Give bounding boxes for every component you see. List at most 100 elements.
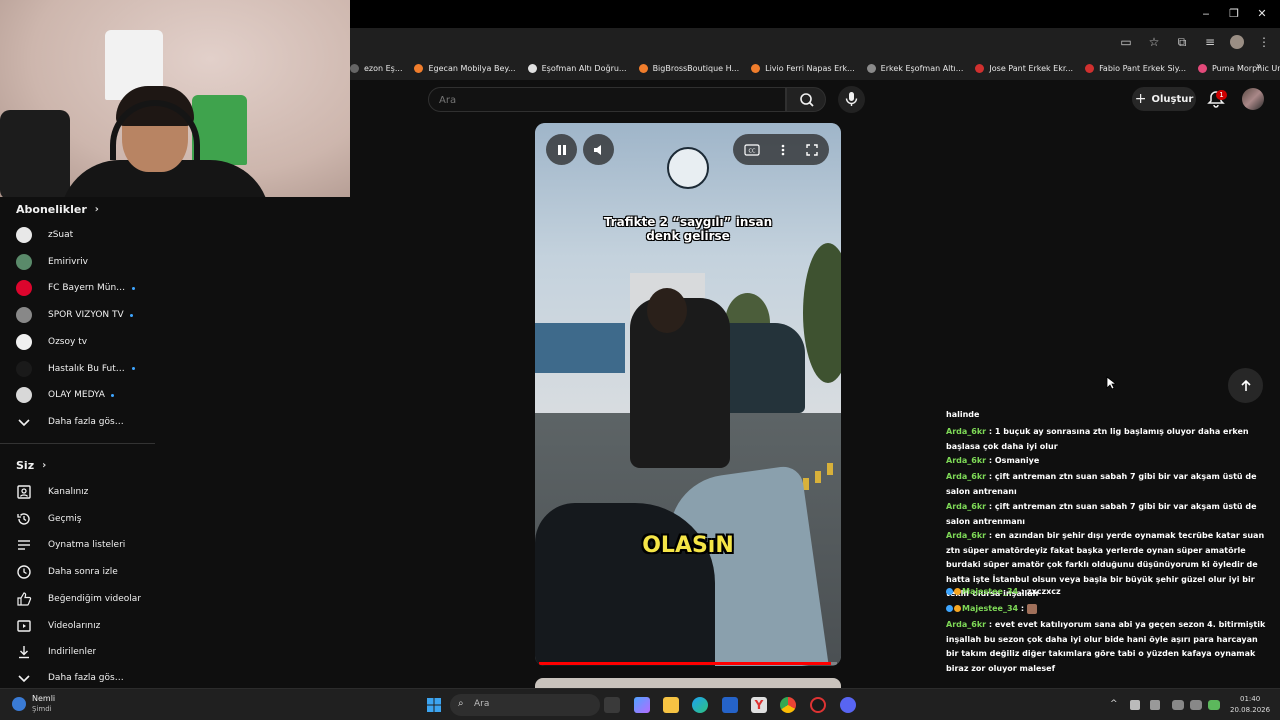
extensions-icon[interactable]: ⧉ <box>1174 34 1190 50</box>
subscriptions-header[interactable]: Abonelikler › <box>16 203 99 216</box>
clock-time[interactable]: 01:40 <box>1240 695 1260 703</box>
bookmark-item[interactable]: ezon Eş... <box>350 63 402 73</box>
close-button[interactable]: ✕ <box>1252 6 1272 22</box>
minimize-button[interactable]: ‒ <box>1196 6 1216 22</box>
you-item[interactable]: Kanalınız <box>0 479 155 505</box>
chevron-down-icon <box>18 675 30 683</box>
reading-list-icon[interactable]: ≡ <box>1202 34 1218 50</box>
channel-avatar <box>16 333 32 350</box>
weather-icon[interactable] <box>12 697 26 711</box>
file-explorer-icon[interactable] <box>663 697 679 713</box>
bookmark-favicon-icon <box>975 63 985 73</box>
bookmark-favicon-icon <box>1198 63 1207 73</box>
previous-video-button[interactable] <box>1228 368 1263 403</box>
gift-badge-icon <box>954 588 961 595</box>
profile-avatar-icon[interactable] <box>1230 35 1244 49</box>
chat-username[interactable]: Majestee_34 <box>962 604 1018 613</box>
tray-headset-icon[interactable] <box>1150 700 1160 710</box>
bookmark-item[interactable]: BigBrossBoutique H... <box>638 63 739 73</box>
pause-button[interactable] <box>546 134 577 165</box>
chat-username[interactable]: Arda_6kr <box>946 472 986 481</box>
subscription-item[interactable]: OLAY MEDYA <box>0 382 155 408</box>
you-header[interactable]: Siz › <box>16 459 46 472</box>
user-avatar[interactable] <box>1242 88 1264 110</box>
edge-icon[interactable] <box>692 697 708 713</box>
maximize-button[interactable]: ❐ <box>1224 6 1244 22</box>
subscription-item[interactable]: Özsoy tv <box>0 329 155 355</box>
more-options-icon[interactable] <box>781 144 785 156</box>
cast-icon[interactable]: ▭ <box>1118 34 1134 50</box>
chat-username[interactable]: Arda_6kr <box>946 427 986 436</box>
chat-username[interactable]: Majestee_34 <box>962 587 1018 596</box>
battery-icon[interactable] <box>1208 700 1220 710</box>
sidebar-divider <box>0 443 155 444</box>
yandex-icon[interactable]: Y <box>751 697 767 713</box>
you-item[interactable]: İndirilenler <box>0 639 155 665</box>
discord-icon[interactable] <box>840 697 856 713</box>
webcam-overlay <box>0 0 350 197</box>
microphone-icon <box>845 92 858 106</box>
new-content-dot <box>129 313 133 317</box>
you-item[interactable]: Videolarınız <box>0 613 155 639</box>
search-input[interactable] <box>439 93 769 107</box>
fullscreen-icon[interactable] <box>806 143 819 156</box>
task-view-icon[interactable] <box>604 697 620 713</box>
store-icon[interactable] <box>722 697 738 713</box>
bookmark-item[interactable]: Fabio Pant Erkek Siy... <box>1085 63 1186 73</box>
tray-overflow-icon[interactable]: ^ <box>1110 699 1118 709</box>
video-caption-top: Trafikte 2 “saygılı” insan denk gelirse <box>535 215 841 243</box>
chrome-icon[interactable] <box>780 697 796 713</box>
voice-search-button[interactable] <box>838 86 865 113</box>
search-box[interactable] <box>428 87 786 112</box>
bookmark-star-icon[interactable]: ☆ <box>1146 34 1162 50</box>
wifi-icon[interactable] <box>1172 700 1184 710</box>
bookmark-label: Egecan Mobilya Bey... <box>428 63 516 73</box>
obs-icon[interactable] <box>810 697 826 713</box>
taskbar-search[interactable]: ⌕ Ara <box>450 694 600 716</box>
chat-username[interactable]: Arda_6kr <box>946 502 986 511</box>
volume-tray-icon[interactable] <box>1190 700 1202 710</box>
chat-message: Arda_6kr : çift antreman ztn suan sabah … <box>946 472 1257 496</box>
subscription-item[interactable]: FC Bayern Münc... <box>0 275 155 301</box>
you-item[interactable]: Geçmiş <box>0 506 155 532</box>
volume-button[interactable] <box>583 134 614 165</box>
subscription-item[interactable]: Emirivriv <box>0 249 155 275</box>
bookmark-favicon-icon <box>527 63 537 73</box>
bookmarks-more-button[interactable]: » <box>1256 61 1262 72</box>
tray-app-icon[interactable] <box>1130 700 1140 710</box>
you-item[interactable]: Oynatma listeleri <box>0 532 155 558</box>
shorts-video-player[interactable]: CC Trafikte 2 “saygılı” insan denk gelir… <box>535 123 841 666</box>
bookmark-item[interactable]: Erkek Eşofman Altı... <box>866 63 963 73</box>
bookmark-favicon-icon <box>866 63 876 73</box>
volume-icon <box>593 144 601 155</box>
you-item-label: Oynatma listeleri <box>48 540 126 551</box>
bookmark-item[interactable]: Puma Morphic Unis... <box>1198 63 1280 73</box>
you-item-label: Videolarınız <box>48 620 101 631</box>
subscription-item[interactable]: zSuat <box>0 222 155 248</box>
create-button[interactable]: + Oluştur <box>1132 87 1196 111</box>
clock-date[interactable]: 20.08.2026 <box>1230 706 1270 714</box>
bookmark-label: Fabio Pant Erkek Siy... <box>1099 63 1186 73</box>
search-button[interactable] <box>786 87 826 112</box>
search-icon: ⌕ <box>458 698 464 709</box>
captions-icon[interactable]: CC <box>744 143 760 156</box>
browser-menu-icon[interactable]: ⋮ <box>1256 34 1272 50</box>
you-item[interactable]: Beğendiğim videolar <box>0 586 155 612</box>
bookmark-item[interactable]: Eşofman Altı Doğru... <box>527 63 627 73</box>
subscription-item[interactable]: SPOR VİZYON TV <box>0 302 155 328</box>
video-progress-bar[interactable] <box>539 662 837 665</box>
weather-sub: Şimdi <box>32 705 52 713</box>
bookmark-item[interactable]: Livio Ferri Napas Erk... <box>751 63 855 73</box>
chat-username[interactable]: Arda_6kr <box>946 531 986 540</box>
show-more-subscriptions[interactable]: Daha fazla göster <box>0 409 155 435</box>
chat-username[interactable]: Arda_6kr <box>946 620 986 629</box>
windows-start-icon[interactable] <box>426 697 442 713</box>
chat-username[interactable]: Arda_6kr <box>946 456 986 465</box>
notification-count-badge: 1 <box>1216 90 1227 100</box>
bookmark-label: Puma Morphic Unis... <box>1212 63 1280 73</box>
you-item[interactable]: Daha sonra izle <box>0 559 155 585</box>
bookmark-item[interactable]: Jose Pant Erkek Ekr... <box>975 63 1073 73</box>
bookmark-item[interactable]: Egecan Mobilya Bey... <box>414 63 516 73</box>
subscription-item[interactable]: Hastalık Bu Futbol <box>0 356 155 382</box>
copilot-icon[interactable] <box>634 697 650 713</box>
